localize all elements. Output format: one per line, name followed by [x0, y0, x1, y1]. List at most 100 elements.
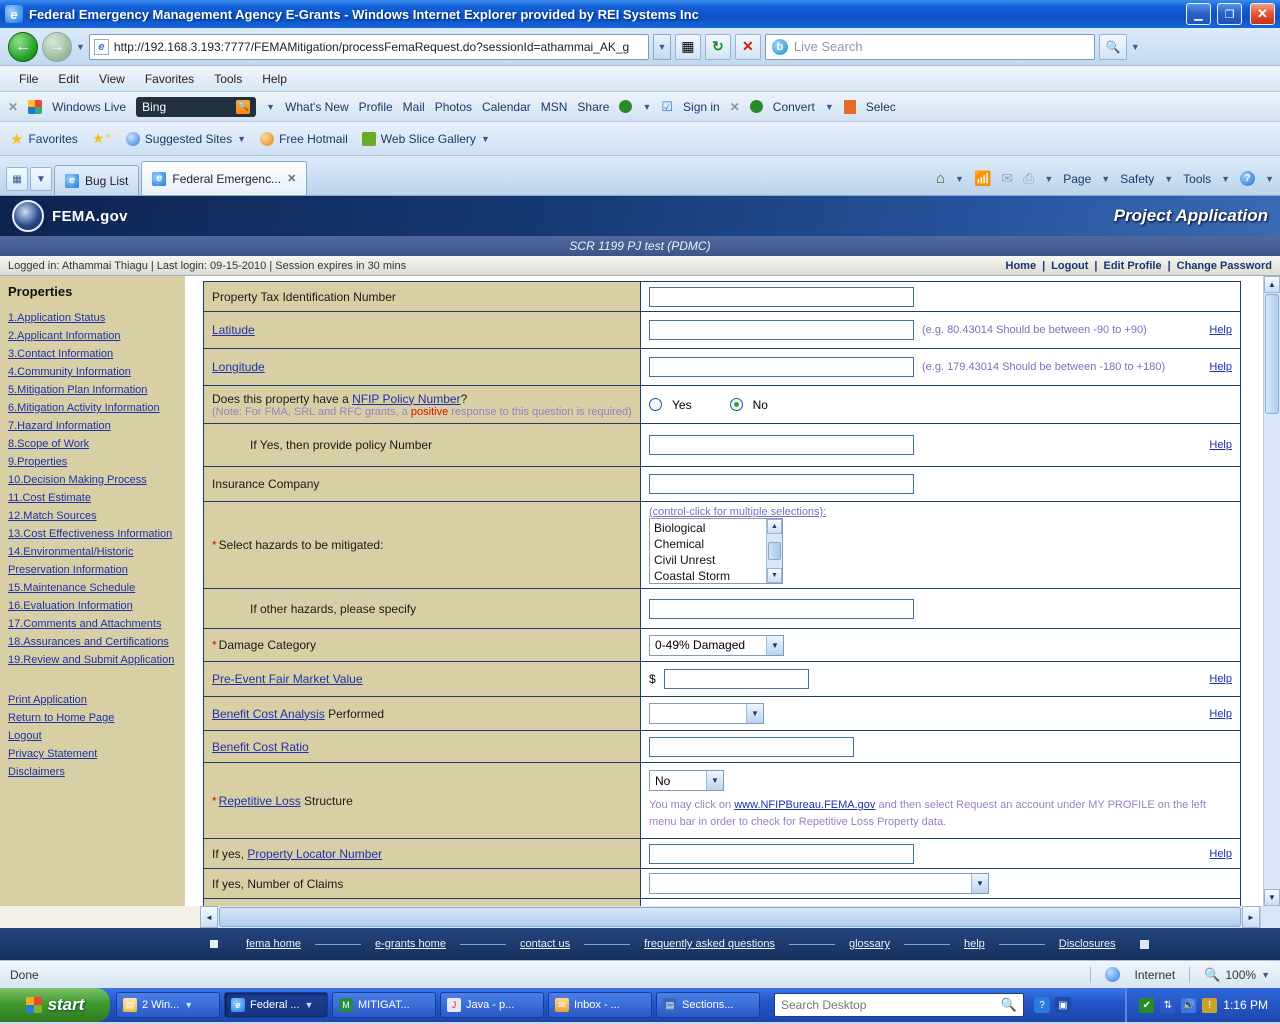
bing-dropdown-icon[interactable]: ▼: [266, 102, 275, 112]
sidebar-action-disclaimers[interactable]: Disclaimers: [8, 763, 179, 781]
safety-menu[interactable]: Safety: [1120, 172, 1154, 186]
footer-contact-us-link[interactable]: contact us: [506, 938, 584, 950]
menu-view[interactable]: View: [90, 69, 134, 89]
search-dropdown-icon[interactable]: ▼: [1131, 42, 1140, 52]
benefit-cost-ratio-link[interactable]: Benefit Cost Ratio: [212, 740, 309, 754]
page-menu[interactable]: Page: [1063, 172, 1091, 186]
menu-file[interactable]: File: [10, 69, 47, 89]
sidebar-action-privacy-statement[interactable]: Privacy Statement: [8, 745, 179, 763]
scroll-up-icon[interactable]: ▲: [1264, 276, 1280, 293]
sidebar-item-comments-attachments[interactable]: 17.Comments and Attachments: [8, 615, 179, 633]
menu-help[interactable]: Help: [253, 69, 296, 89]
repetitive-loss-select[interactable]: No ▼: [649, 770, 724, 791]
damage-category-select[interactable]: 0-49% Damaged ▼: [649, 635, 784, 656]
footer-glossary-link[interactable]: glossary: [835, 938, 904, 950]
tools-menu[interactable]: Tools: [1183, 172, 1211, 186]
stop-button[interactable]: ✕: [735, 34, 761, 60]
hazards-options[interactable]: Biological Chemical Civil Unrest Coastal…: [650, 519, 766, 583]
tools-dropdown-icon[interactable]: ▼: [1221, 174, 1230, 184]
sidebar-item-evaluation-information[interactable]: 16.Evaluation Information: [8, 597, 179, 615]
footer-egrants-home-link[interactable]: e-grants home: [361, 938, 460, 950]
tab-close-icon[interactable]: ✕: [287, 172, 296, 185]
desktop-search-box[interactable]: Search Desktop 🔍: [774, 993, 1024, 1017]
volume-icon[interactable]: 🔊: [1181, 998, 1196, 1013]
close-button[interactable]: ✕: [1250, 3, 1275, 25]
toolbar-close-icon[interactable]: ✕: [730, 100, 740, 114]
longitude-input[interactable]: [649, 357, 914, 377]
safety-dropdown-icon[interactable]: ▼: [1164, 174, 1173, 184]
forward-button[interactable]: →: [42, 32, 72, 62]
search-go-icon[interactable]: 🔍: [1099, 34, 1127, 60]
latitude-link[interactable]: Latitude: [212, 323, 255, 337]
property-tax-input[interactable]: [649, 287, 914, 307]
nfip-policy-number-link[interactable]: NFIP Policy Number: [352, 392, 460, 406]
live-link-photos[interactable]: Photos: [435, 100, 472, 114]
sidebar-action-logout[interactable]: Logout: [8, 727, 179, 745]
horizontal-scrollbar[interactable]: ◄ ►: [200, 906, 1260, 928]
latitude-help-link[interactable]: Help: [1209, 324, 1232, 336]
bing-search-icon[interactable]: 🔍: [236, 100, 250, 114]
convert-link[interactable]: Convert: [773, 100, 815, 114]
help-icon[interactable]: ?: [1240, 171, 1255, 186]
menu-favorites[interactable]: Favorites: [136, 69, 203, 89]
toolbar-close-icon[interactable]: ✕: [8, 100, 18, 114]
nfip-no-radio[interactable]: [730, 398, 743, 411]
network-icon[interactable]: ⇅: [1160, 998, 1175, 1013]
bca-select[interactable]: ▼: [649, 703, 764, 724]
convert-dropdown-icon[interactable]: ▼: [825, 102, 834, 112]
sidebar-item-mitigation-activity[interactable]: 6.Mitigation Activity Information: [8, 399, 179, 417]
tab-list-icon[interactable]: ▼: [30, 167, 52, 191]
home-dropdown-icon[interactable]: ▼: [955, 174, 964, 184]
help-dropdown-icon[interactable]: ▼: [1265, 174, 1274, 184]
pre-event-fmv-input[interactable]: [664, 669, 809, 689]
history-dropdown-icon[interactable]: ▼: [76, 42, 85, 52]
bing-search-box[interactable]: Bing 🔍: [136, 97, 256, 117]
rss-feed-icon[interactable]: 📶: [974, 170, 991, 187]
app-icon[interactable]: ▣: [1055, 997, 1071, 1013]
quick-tabs-icon[interactable]: ▦: [6, 167, 28, 191]
menu-edit[interactable]: Edit: [49, 69, 88, 89]
footer-fema-home-link[interactable]: fema home: [232, 938, 315, 950]
sidebar-item-decision-making[interactable]: 10.Decision Making Process: [8, 471, 179, 489]
taskbar-item-federal[interactable]: e Federal ... ▼: [224, 992, 328, 1018]
chevron-down-icon[interactable]: ▼: [971, 874, 988, 893]
sidebar-item-community-information[interactable]: 4.Community Information: [8, 363, 179, 381]
policy-number-help-link[interactable]: Help: [1209, 439, 1232, 451]
sidebar-item-mitigation-plan[interactable]: 5.Mitigation Plan Information: [8, 381, 179, 399]
toolbar-extra-icon[interactable]: [619, 100, 632, 113]
live-link-msn[interactable]: MSN: [541, 100, 568, 114]
property-locator-link[interactable]: Property Locator Number: [247, 847, 382, 861]
chevron-down-icon[interactable]: ▼: [706, 771, 723, 790]
scrollbar-thumb[interactable]: [768, 542, 781, 560]
other-hazards-input[interactable]: [649, 599, 914, 619]
sidebar-item-cost-effectiveness[interactable]: 13.Cost Effectiveness Information: [8, 525, 179, 543]
taskbar-item-mitigat[interactable]: M MITIGAT...: [332, 992, 436, 1018]
read-mail-icon[interactable]: ✉: [1001, 170, 1013, 187]
hazard-option-civil-unrest[interactable]: Civil Unrest: [654, 552, 762, 568]
latitude-input[interactable]: [649, 320, 914, 340]
scroll-right-icon[interactable]: ►: [1242, 906, 1260, 928]
restore-button[interactable]: ❐: [1217, 3, 1242, 25]
taskbar-item-sections[interactable]: ▤ Sections...: [656, 992, 760, 1018]
compatibility-view-icon[interactable]: ▦: [675, 34, 701, 60]
locator-help-link[interactable]: Help: [1209, 848, 1232, 860]
claims-select[interactable]: ▼: [649, 873, 989, 894]
print-dropdown-icon[interactable]: ▼: [1044, 174, 1053, 184]
change-password-link[interactable]: Change Password: [1177, 260, 1272, 272]
scrollbar-thumb[interactable]: [219, 907, 1241, 927]
toolbar-extra-dropdown-icon[interactable]: ▼: [642, 102, 651, 112]
scrollbar-track[interactable]: [1264, 415, 1280, 889]
sign-in-link[interactable]: Sign in: [683, 100, 720, 114]
back-button[interactable]: ←: [8, 32, 38, 62]
favorites-button[interactable]: ★ Favorites: [10, 130, 78, 148]
sidebar-action-print-application[interactable]: Print Application: [8, 691, 179, 709]
zoom-control[interactable]: 🔍 100% ▼: [1204, 967, 1270, 983]
footer-faq-link[interactable]: frequently asked questions: [630, 938, 789, 950]
help-icon[interactable]: ?: [1034, 997, 1050, 1013]
add-favorite-icon[interactable]: ★⁺: [92, 130, 112, 147]
menu-tools[interactable]: Tools: [205, 69, 251, 89]
favbar-free-hotmail[interactable]: Free Hotmail: [260, 132, 348, 146]
longitude-link[interactable]: Longitude: [212, 360, 265, 374]
sidebar-action-return-home[interactable]: Return to Home Page: [8, 709, 179, 727]
logout-link[interactable]: Logout: [1051, 260, 1088, 272]
